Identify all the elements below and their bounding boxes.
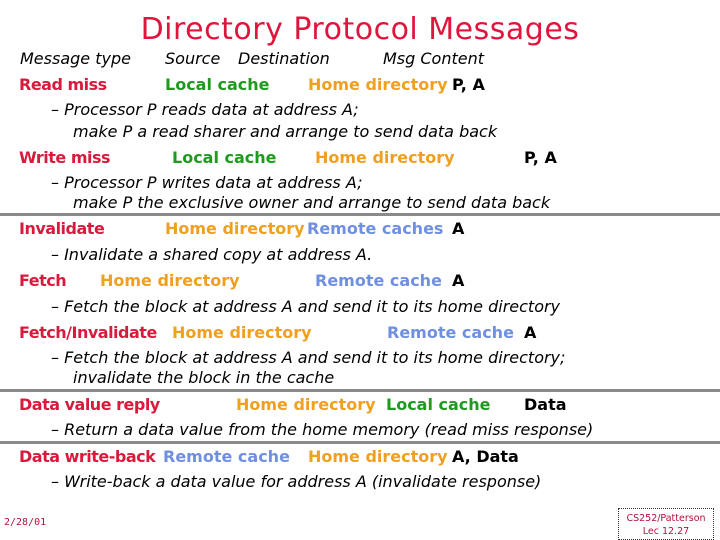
message-description: – Processor P reads data at address A; <box>51 100 359 119</box>
message-type: Fetch <box>19 271 67 290</box>
message-source: Home directory <box>172 323 312 342</box>
divider-line <box>0 441 720 444</box>
message-description: – Processor P writes data at address A; <box>51 173 363 192</box>
message-description: – Fetch the block at address A and send … <box>51 348 566 367</box>
message-type: Data value reply <box>19 395 160 414</box>
course-label-box: CS252/Patterson Lec 12.27 <box>618 508 714 540</box>
message-description: – Return a data value from the home memo… <box>51 420 594 439</box>
message-description-cont: make P a read sharer and arrange to send… <box>73 122 498 141</box>
message-destination: Remote cache <box>387 323 514 342</box>
message-description-cont: invalidate the block in the cache <box>73 368 335 387</box>
message-source: Remote cache <box>163 447 290 466</box>
message-description-cont: make P the exclusive owner and arrange t… <box>73 193 551 212</box>
message-content: A <box>524 323 537 342</box>
slide-title: Directory Protocol Messages <box>140 12 580 47</box>
header-message-type: Message type <box>20 49 131 68</box>
message-content: Data <box>524 395 567 414</box>
message-source: Home directory <box>236 395 376 414</box>
message-content: P, A <box>452 75 485 94</box>
message-destination: Home directory <box>315 148 455 167</box>
message-source: Local cache <box>172 148 277 167</box>
header-destination: Destination <box>238 49 330 68</box>
header-msg-content: Msg Content <box>383 49 485 68</box>
message-description: – Write-back a data value for address A … <box>51 472 542 491</box>
message-content: A, Data <box>452 447 519 466</box>
message-source: Local cache <box>165 75 270 94</box>
message-type: Fetch/Invalidate <box>19 323 157 342</box>
course-label: CS252/Patterson <box>626 513 706 524</box>
message-content: A <box>452 271 465 290</box>
lecture-number: Lec 12.27 <box>642 526 690 537</box>
message-content: A <box>452 219 465 238</box>
header-source: Source <box>165 49 221 68</box>
message-destination-source: Home directory <box>165 219 305 238</box>
message-content: P, A <box>524 148 557 167</box>
message-source: Home directory <box>100 271 240 290</box>
divider-line <box>0 213 720 216</box>
message-description: – Fetch the block at address A and send … <box>51 297 561 316</box>
message-type: Invalidate <box>19 219 105 238</box>
message-destination: Home directory <box>308 447 448 466</box>
slide-date: 2/28/01 <box>4 517 47 528</box>
message-destination: Remote cache <box>315 271 442 290</box>
message-description: – Invalidate a shared copy at address A. <box>51 245 373 264</box>
message-destination: Home directory <box>308 75 448 94</box>
divider-line <box>0 389 720 392</box>
message-destination: Remote caches <box>307 219 444 238</box>
message-type: Data write-back <box>19 447 156 466</box>
message-type: Write miss <box>19 148 111 167</box>
message-type: Read miss <box>19 75 107 94</box>
message-destination: Local cache <box>386 395 491 414</box>
